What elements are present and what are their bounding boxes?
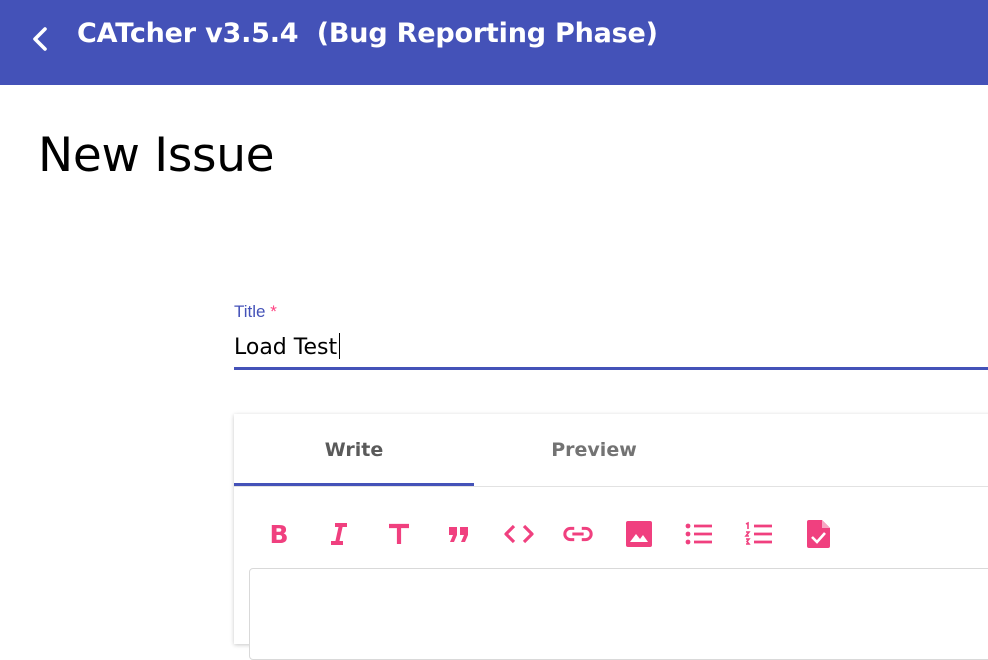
italic-button[interactable]: [323, 518, 355, 550]
text-caret: [339, 333, 340, 359]
page-title: New Issue: [38, 128, 275, 183]
markdown-toolbar: B: [234, 506, 988, 562]
description-textarea[interactable]: [249, 568, 988, 660]
app-title: CATcher v3.5.4 (Bug Reporting Phase): [77, 18, 658, 49]
title-input[interactable]: [234, 330, 988, 364]
numbered-list-icon: [744, 521, 772, 545]
back-button[interactable]: [24, 22, 56, 56]
quote-icon: [449, 527, 468, 542]
title-label-text: Title: [234, 302, 266, 321]
code-icon: [504, 524, 534, 544]
app-toolbar: CATcher v3.5.4 (Bug Reporting Phase): [0, 0, 988, 85]
bulleted-list-button[interactable]: [683, 518, 715, 550]
required-marker: *: [270, 302, 277, 321]
title-field-label: Title *: [234, 302, 277, 322]
heading-button[interactable]: [383, 518, 415, 550]
tab-preview[interactable]: Preview: [474, 414, 714, 486]
italic-icon: [331, 523, 347, 545]
description-editor: Write Preview B: [234, 414, 988, 660]
tab-write[interactable]: Write: [234, 414, 474, 486]
bold-icon: B: [269, 521, 288, 547]
bold-button[interactable]: B: [263, 518, 295, 550]
title-input-underline: [234, 367, 988, 370]
code-button[interactable]: [503, 518, 535, 550]
task-file-icon: [807, 520, 830, 548]
quote-button[interactable]: [443, 518, 475, 550]
link-button[interactable]: [562, 518, 594, 550]
numbered-list-button[interactable]: [743, 518, 775, 550]
svg-text:B: B: [269, 521, 288, 547]
active-tab-indicator: [234, 483, 474, 486]
task-file-button[interactable]: [803, 518, 835, 550]
bulleted-list-icon: [685, 523, 712, 545]
link-icon: [563, 526, 593, 542]
editor-tabs: Write Preview: [234, 414, 988, 487]
chevron-left-icon: [33, 27, 47, 51]
image-button[interactable]: [623, 518, 655, 550]
heading-icon: [389, 523, 409, 544]
image-icon: [626, 521, 652, 547]
